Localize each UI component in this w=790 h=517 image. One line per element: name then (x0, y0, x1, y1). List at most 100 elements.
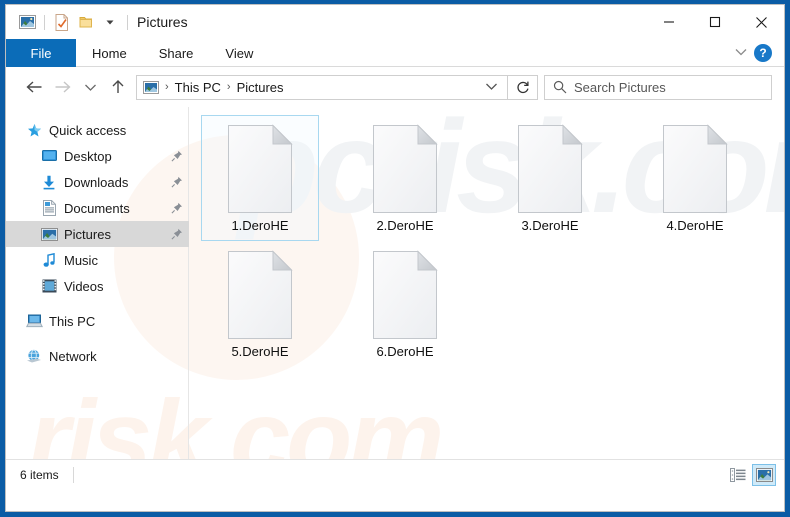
sidebar-item-pictures[interactable]: Pictures (6, 221, 189, 247)
address-bar-row: › This PC › Pictures (6, 67, 784, 107)
tab-view[interactable]: View (209, 39, 269, 67)
maximize-button[interactable] (692, 5, 738, 39)
customize-dropdown-icon[interactable] (98, 11, 122, 33)
search-box[interactable] (544, 74, 772, 100)
sidebar-item-network[interactable]: Network (6, 343, 189, 369)
pictures-icon (39, 224, 59, 244)
search-input[interactable] (574, 79, 763, 95)
file-name: 3.DeroHE (521, 218, 579, 233)
file-name: 2.DeroHE (376, 218, 434, 233)
qat-divider-2 (127, 14, 128, 30)
new-folder-icon[interactable] (74, 11, 98, 33)
ribbon-right-controls: ? (734, 39, 784, 66)
file-grid: 1.DeroHE 2.DeroHE 3.DeroHE 4.DeroHE 5.De… (195, 113, 784, 367)
quick-access-toolbar (6, 11, 133, 33)
file-name: 5.DeroHE (231, 344, 289, 359)
sidebar-label: Pictures (64, 226, 111, 242)
file-item[interactable]: 5.DeroHE (201, 241, 319, 367)
sidebar-label: Network (49, 348, 97, 364)
ribbon-tab-bar: File Home Share View ? (6, 39, 784, 67)
star-icon (24, 120, 44, 140)
breadcrumb-separator-0: › (165, 81, 169, 93)
sidebar-item-desktop[interactable]: Desktop (6, 143, 189, 169)
tab-file[interactable]: File (6, 39, 76, 67)
file-name: 4.DeroHE (666, 218, 724, 233)
breadcrumb-this-pc[interactable]: This PC (172, 80, 224, 95)
title-bar: Pictures (6, 5, 784, 39)
explorer-window: pcrisk.com risk.com (0, 0, 790, 517)
window-frame: pcrisk.com risk.com (5, 4, 785, 512)
sidebar-group-gap-2 (6, 334, 189, 343)
sidebar-label: Desktop (64, 148, 112, 164)
file-item[interactable]: 2.DeroHE (346, 115, 464, 241)
file-list-view[interactable]: 1.DeroHE 2.DeroHE 3.DeroHE 4.DeroHE 5.De… (189, 107, 784, 459)
downloads-icon (39, 172, 59, 192)
sidebar-label: Videos (64, 278, 104, 294)
videos-icon (39, 276, 59, 296)
blank-document-icon (659, 124, 731, 214)
desktop-icon (39, 146, 59, 166)
sidebar-item-quick-access[interactable]: Quick access (6, 117, 189, 143)
sidebar-item-downloads[interactable]: Downloads (6, 169, 189, 195)
view-toggle-group (726, 463, 776, 486)
pin-icon[interactable] (170, 202, 183, 215)
sidebar-label: Music (64, 252, 98, 268)
file-item[interactable]: 1.DeroHE (201, 115, 319, 241)
sidebar-label: Quick access (49, 122, 127, 138)
sidebar-item-videos[interactable]: Videos (6, 273, 189, 299)
blank-document-icon (369, 124, 441, 214)
this-pc-icon (24, 311, 44, 331)
address-pictures-icon (143, 80, 159, 94)
minimize-button[interactable] (646, 5, 692, 39)
file-item[interactable]: 4.DeroHE (636, 115, 754, 241)
up-button[interactable] (104, 73, 132, 101)
tab-home[interactable]: Home (76, 39, 143, 67)
sidebar-label: Documents (64, 200, 130, 216)
breadcrumb-pictures[interactable]: Pictures (234, 80, 287, 95)
large-icons-view-button[interactable] (752, 463, 776, 486)
file-name: 1.DeroHE (231, 218, 289, 233)
blank-document-icon (514, 124, 586, 214)
details-view-button[interactable] (726, 464, 750, 486)
help-button[interactable]: ? (754, 43, 772, 62)
blank-document-icon (224, 124, 296, 214)
breadcrumb: › This PC › Pictures (162, 80, 287, 95)
breadcrumb-separator-1: › (226, 81, 231, 93)
sidebar-item-music[interactable]: Music (6, 247, 189, 273)
documents-icon (39, 198, 59, 218)
address-bar[interactable]: › This PC › Pictures (136, 74, 508, 100)
pictures-folder-icon[interactable] (15, 11, 39, 33)
window-title: Pictures (137, 14, 188, 30)
blank-document-icon (224, 250, 296, 340)
blank-document-icon (369, 250, 441, 340)
qat-divider-1 (44, 14, 45, 30)
file-name: 6.DeroHE (376, 344, 434, 359)
file-item[interactable]: 6.DeroHE (346, 241, 464, 367)
navigation-pane: Quick access Desktop Downloads Documents… (6, 107, 189, 459)
close-button[interactable] (738, 5, 784, 39)
recent-locations-icon[interactable] (76, 73, 104, 101)
search-icon (553, 80, 567, 94)
pin-icon[interactable] (170, 150, 183, 163)
pin-icon[interactable] (170, 176, 183, 189)
tab-share[interactable]: Share (143, 39, 210, 67)
pin-icon[interactable] (170, 228, 183, 241)
sidebar-item-this-pc[interactable]: This PC (6, 308, 189, 334)
explorer-body: Quick access Desktop Downloads Documents… (6, 107, 784, 459)
sidebar-label: Downloads (64, 174, 129, 190)
status-bar: 6 items (6, 459, 784, 489)
refresh-button[interactable] (508, 74, 538, 100)
item-count-label: 6 items (20, 467, 59, 482)
back-button[interactable] (20, 73, 48, 101)
status-divider (72, 466, 74, 483)
address-dropdown-icon[interactable] (480, 78, 503, 96)
forward-button[interactable] (48, 73, 76, 101)
music-icon (39, 250, 59, 270)
window-controls (646, 5, 784, 39)
network-icon (24, 346, 44, 366)
sidebar-group-gap-1 (6, 299, 189, 308)
chevron-down-icon[interactable] (734, 44, 748, 62)
file-item[interactable]: 3.DeroHE (491, 115, 609, 241)
sidebar-item-documents[interactable]: Documents (6, 195, 189, 221)
properties-icon[interactable] (50, 11, 74, 33)
